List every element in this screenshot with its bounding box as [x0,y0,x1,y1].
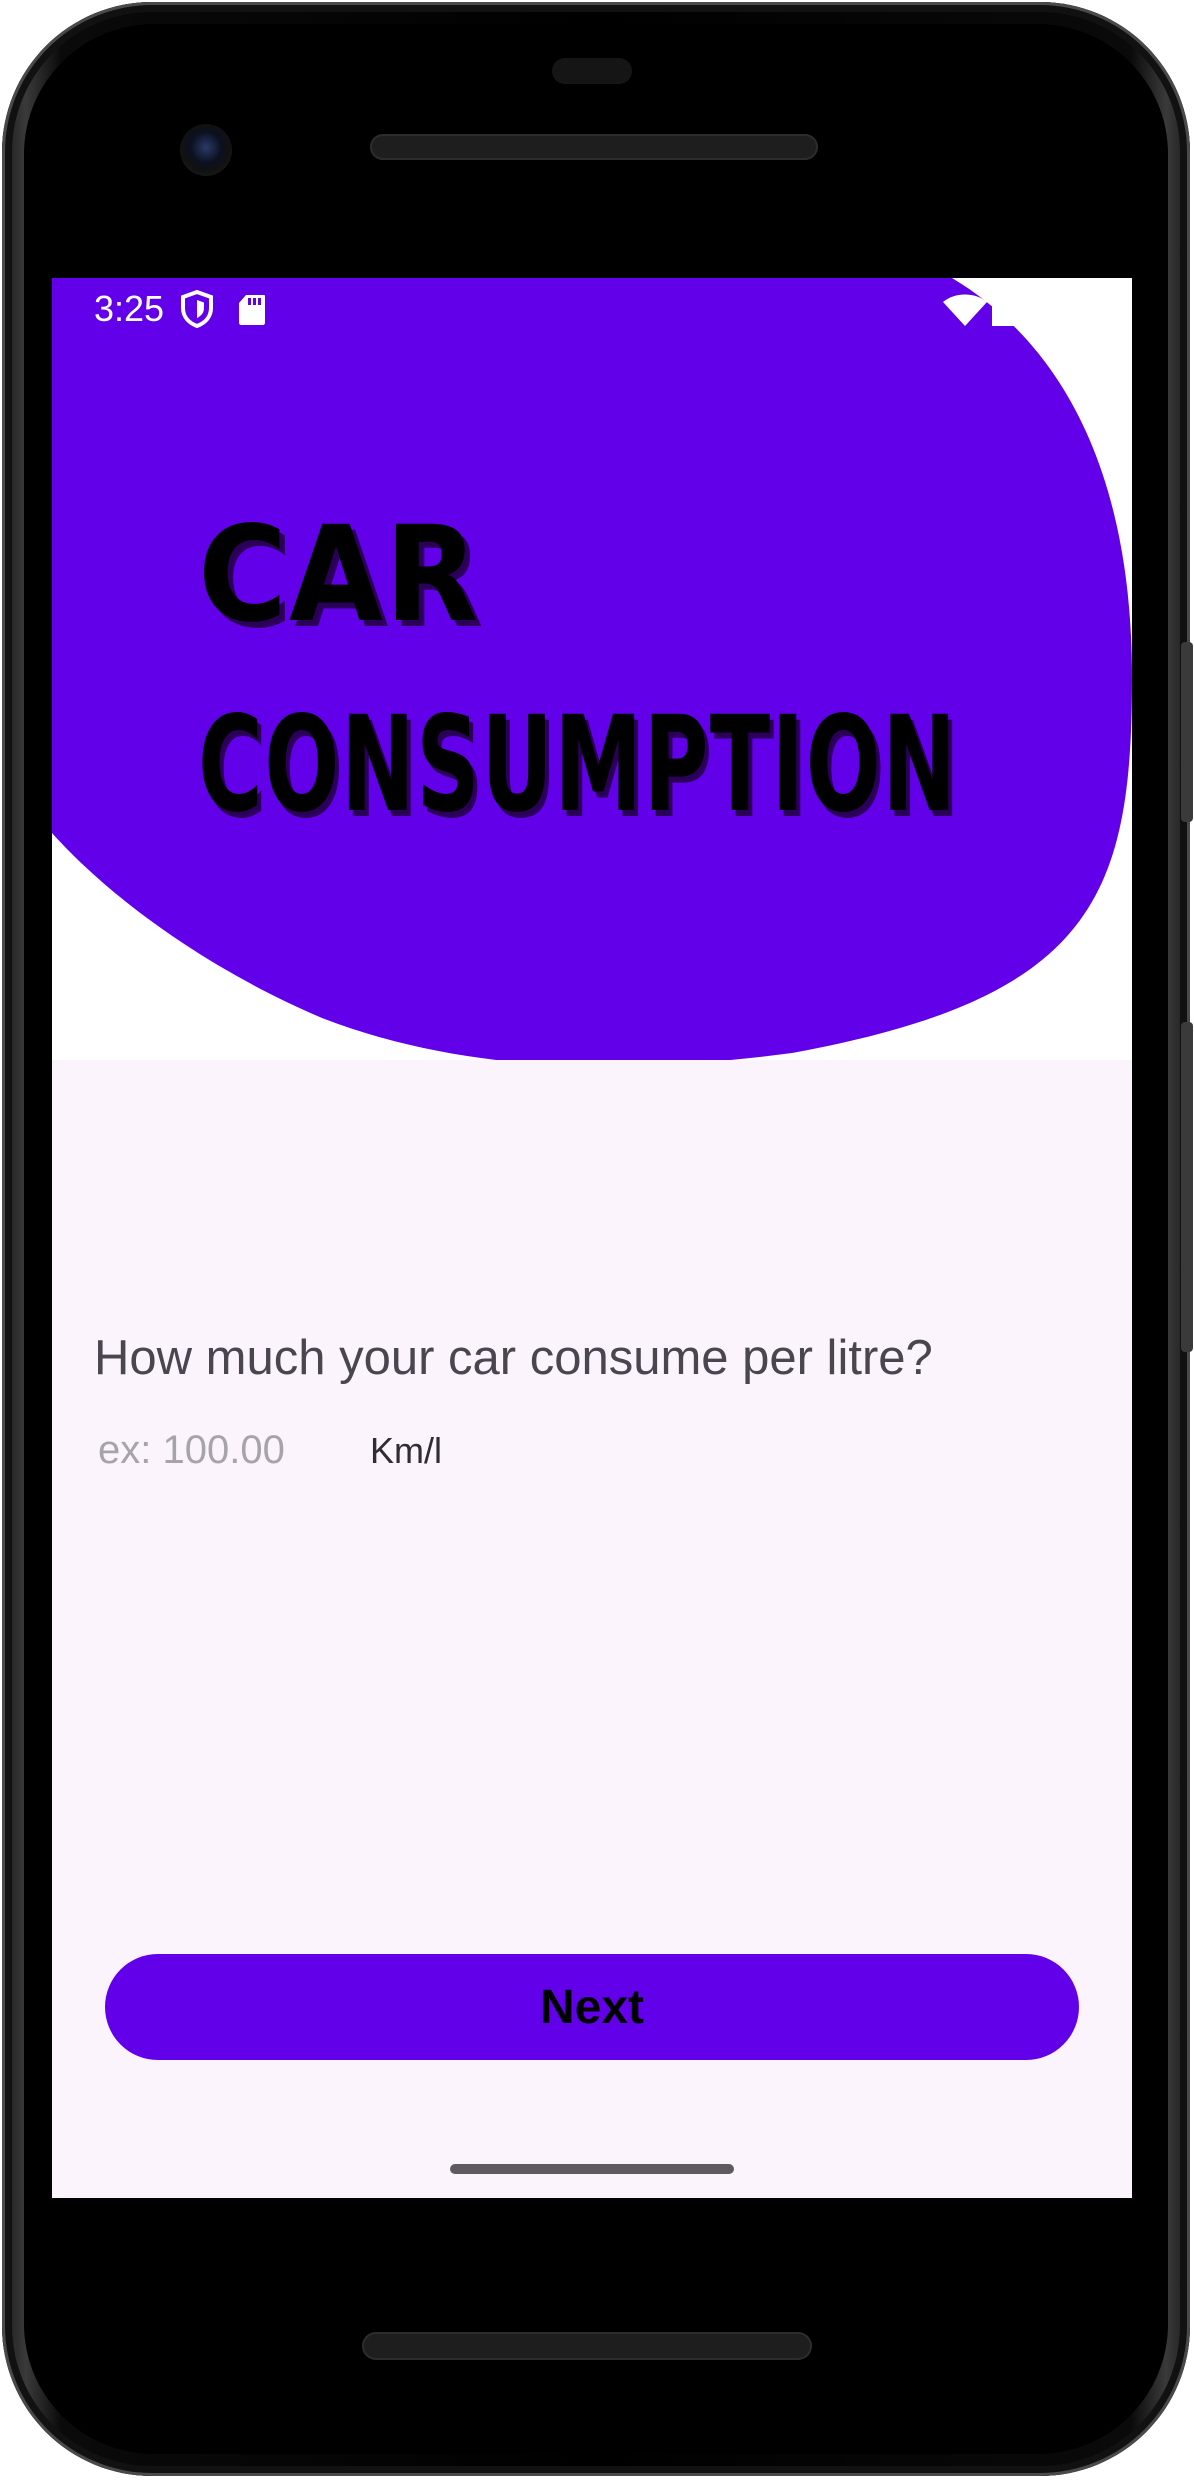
sd-card-icon [239,295,265,325]
battery-icon [992,306,1022,326]
earpiece-speaker [370,134,818,160]
unit-label: Km/l [370,1430,442,1471]
power-button [1181,642,1193,822]
app-screen: 3:25 CAR CONSUMPTION How much your car c… [52,278,1132,2198]
app-title-line-2: CONSUMPTION [198,688,958,842]
consumption-question: How much your car consume per litre? [94,1331,933,1385]
header-blob [52,278,1132,1060]
bottom-speaker [362,2332,812,2360]
proximity-sensor [552,58,632,84]
header-banner: 3:25 CAR CONSUMPTION [52,278,1132,1060]
wifi-icon [943,294,987,326]
status-bar: 3:25 [52,278,1132,342]
status-time: 3:25 [94,288,165,329]
front-camera [180,124,232,176]
shield-icon [181,290,213,328]
volume-button [1181,1022,1193,1352]
next-button[interactable]: Next [105,1954,1079,2060]
home-indicator[interactable] [450,2164,734,2174]
consumption-input[interactable] [98,1418,358,1482]
app-title-line-1: CAR [198,498,481,652]
